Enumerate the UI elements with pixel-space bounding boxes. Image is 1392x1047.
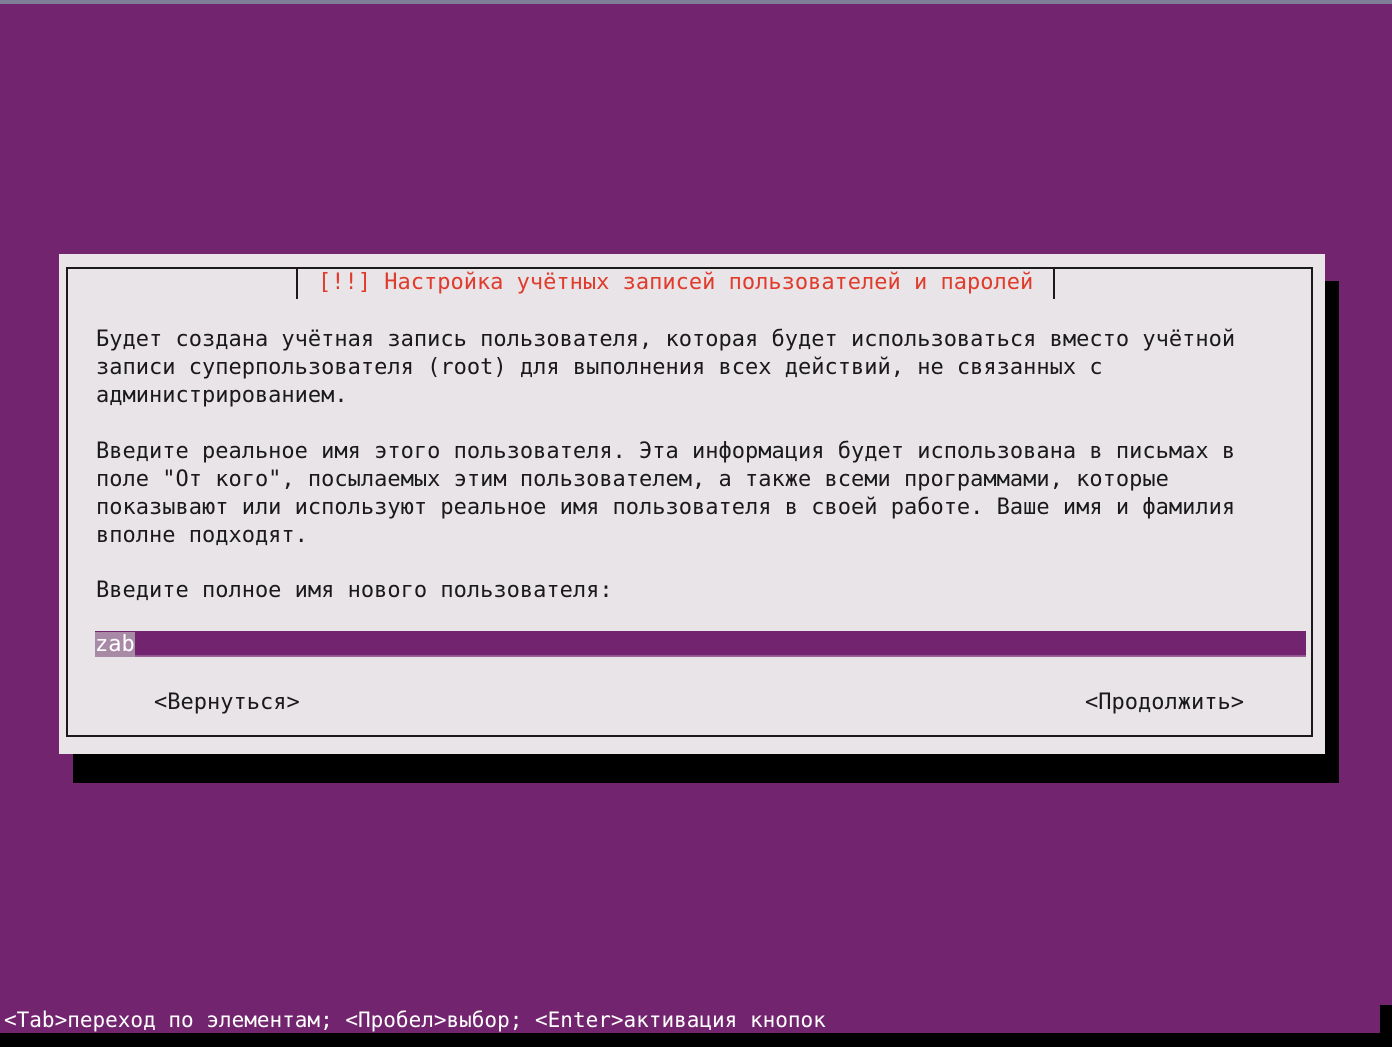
back-button[interactable]: <Вернуться> xyxy=(154,689,300,717)
full-name-input-value: zab xyxy=(95,632,135,657)
top-border xyxy=(0,0,1392,4)
dialog-title: [!!] Настройка учётных записей пользоват… xyxy=(296,269,1056,299)
input-fill: ________________________________________… xyxy=(134,632,1306,657)
keyboard-hint-bar: <Tab>переход по элементам; <Пробел>выбор… xyxy=(0,1005,1384,1033)
full-name-prompt: Введите полное имя нового пользователя: xyxy=(96,578,613,603)
description-paragraph-1: Будет создана учётная запись пользовател… xyxy=(96,327,1236,408)
dialog-frame: [!!] Настройка учётных записей пользоват… xyxy=(66,267,1313,737)
installer-dialog: [!!] Настройка учётных записей пользоват… xyxy=(59,254,1325,754)
bottom-border xyxy=(0,1033,1392,1047)
full-name-input[interactable]: zab_____________________________________… xyxy=(95,631,1306,657)
continue-button[interactable]: <Продолжить> xyxy=(1085,689,1244,717)
description-paragraph-2: Введите реальное имя этого пользователя.… xyxy=(96,439,1236,548)
